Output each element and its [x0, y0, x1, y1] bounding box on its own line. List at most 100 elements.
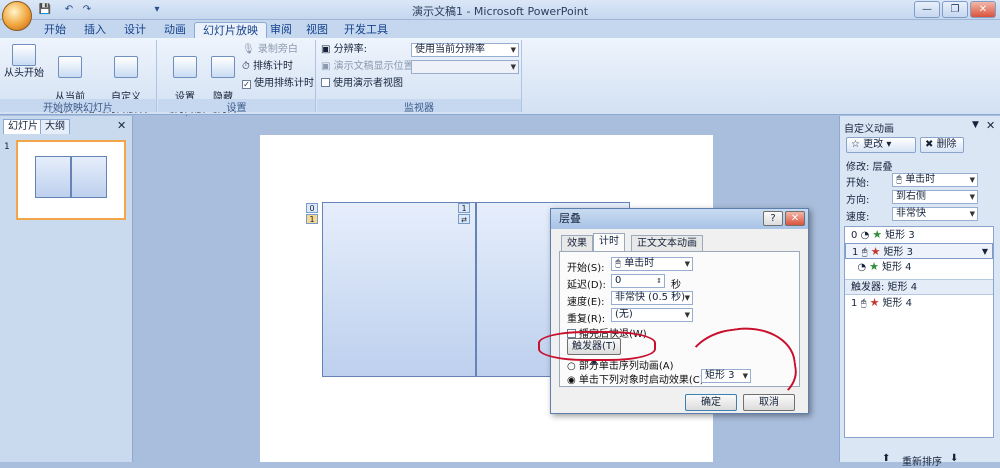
rectangle-3[interactable] [322, 202, 476, 377]
slide-thumbnail[interactable] [16, 140, 126, 220]
remove-icon: ✖ [925, 139, 937, 150]
use-timings-checkbox[interactable]: ✓ 使用排练计时 [242, 77, 314, 91]
show-on-label-text: 演示文稿显示位置: [333, 61, 418, 72]
from-beginning-button[interactable]: 从头开始 [4, 44, 44, 80]
help-button[interactable]: ? [763, 211, 783, 226]
list-item[interactable]: 1 🖰 ★ 矩形 4 [845, 295, 993, 311]
emphasis-star-icon: ★ [870, 245, 881, 258]
tab-home[interactable]: 开始 [36, 22, 74, 38]
group-start-slideshow: 从头开始 从当前 幻灯片开始 自定义 幻灯片放映 ▾ 开始放映幻灯片 [0, 40, 157, 115]
reorder-down-icon[interactable]: ⬇ [950, 453, 958, 464]
timer-icon: ⏱ [242, 61, 253, 72]
start-dropdown[interactable]: 🖰 单击时 ▼ [611, 257, 693, 271]
remove-label: 删除 [936, 139, 957, 150]
tab-slides[interactable]: 幻灯片 [3, 119, 43, 134]
chevron-down-icon: ▼ [969, 210, 975, 218]
radio-checked-icon: ◉ [567, 375, 579, 386]
play-from-current-icon [58, 56, 82, 78]
animate-sequence-option[interactable]: ○ 部分单击序列动画(A) [567, 357, 674, 372]
show-on-dropdown[interactable]: ▼ [411, 60, 519, 74]
reorder-up-icon[interactable]: ⬆ [882, 453, 890, 464]
group-monitors: ▣ 分辨率: 使用当前分辨率 ▼ ▣ 演示文稿显示位置: ▼ 使用演示者视图 监视… [317, 40, 522, 114]
close-icon[interactable]: ✕ [117, 119, 126, 132]
tab-outline[interactable]: 大纲 [40, 119, 70, 134]
item-number: 0 [851, 230, 858, 241]
group-label: 监视器 [317, 99, 521, 114]
ok-button[interactable]: 确定 [685, 394, 737, 411]
emphasis-star-icon: ★ [869, 296, 880, 309]
pane-menu-icon[interactable]: ▼ [972, 120, 979, 130]
chevron-down-icon: ▼ [684, 260, 690, 268]
mouse-icon: 🖰 [615, 258, 625, 269]
repeat-dropdown[interactable]: (无) ▼ [611, 308, 693, 322]
star-icon: ☆ [851, 139, 864, 150]
close-icon[interactable]: ✕ [986, 119, 995, 132]
hide-slide-icon [211, 56, 235, 78]
play-from-start-icon [12, 44, 36, 66]
list-item[interactable]: 1 🖰 ★ 矩形 3 ▼ [845, 243, 993, 259]
trigger-label: 触发器(T) [572, 341, 616, 352]
microphone-icon: 🎙 [242, 44, 258, 55]
speed-dropdown[interactable]: 非常快 (0.5 秒) ▼ [611, 291, 693, 305]
minimize-button[interactable]: — [914, 1, 940, 18]
close-button[interactable]: ✕ [970, 1, 996, 18]
tab-text-animation[interactable]: 正文文本动画 [631, 235, 703, 251]
thumbnail-rect-right [71, 156, 107, 198]
resolution-dropdown[interactable]: 使用当前分辨率 ▼ [411, 43, 519, 57]
item-number: 1 [851, 298, 858, 309]
spinner-icon[interactable]: ⇕ [656, 275, 662, 287]
window-title: 演示文稿1 - Microsoft PowerPoint [411, 5, 589, 18]
chevron-down-icon: ▼ [684, 311, 690, 319]
mouse-icon: 🖰 [896, 174, 906, 185]
trigger-button[interactable]: 触发器(T) ▴ [567, 338, 621, 367]
delay-input[interactable]: 0 ⇕ [611, 274, 665, 288]
speed-value: 非常快 [896, 208, 926, 219]
maximize-button[interactable]: ❐ [942, 1, 968, 18]
tab-review[interactable]: 审阅 [262, 22, 300, 38]
tab-timing[interactable]: 计时 [593, 233, 625, 251]
tab-design[interactable]: 设计 [116, 22, 154, 38]
office-button[interactable] [2, 1, 32, 31]
start-dropdown[interactable]: 🖰 单击时 ▼ [892, 173, 978, 187]
speed-dropdown[interactable]: 非常快 ▼ [892, 207, 978, 221]
speed-value: 非常快 (0.5 秒) [615, 292, 686, 303]
object-dropdown[interactable]: 矩形 3 ▼ [701, 369, 751, 383]
animation-tag[interactable]: 1 [458, 203, 470, 213]
cancel-button[interactable]: 取消 [743, 394, 795, 411]
tab-animations[interactable]: 动画 [156, 22, 194, 38]
list-item[interactable]: ◔ ★ 矩形 4 [845, 259, 993, 275]
tab-effect[interactable]: 效果 [561, 235, 593, 251]
rehearse-timings-button[interactable]: ⏱ 排练计时 [242, 60, 293, 74]
direction-dropdown[interactable]: 到右侧 ▼ [892, 190, 978, 204]
thumbnail-rect-left [35, 156, 71, 198]
resolution-label-text: 分辨率: [333, 44, 368, 55]
tab-slideshow[interactable]: 幻灯片放映 [194, 22, 267, 38]
slides-pane: 幻灯片 大纲 ✕ 1 [0, 116, 133, 462]
chevron-down-icon: ▼ [969, 193, 975, 201]
item-name: 矩形 3 [883, 247, 913, 258]
change-effect-button[interactable]: ☆ 更改 ▾ [846, 137, 916, 153]
setup-show-icon [173, 56, 197, 78]
dialog-close-button[interactable]: ✕ [785, 211, 805, 226]
presenter-view-checkbox[interactable]: 使用演示者视图 [321, 77, 403, 91]
chevron-down-icon[interactable]: ▼ [982, 244, 988, 260]
checkbox-empty-icon [321, 78, 330, 87]
animation-list: 0 ◔ ★ 矩形 3 1 🖰 ★ 矩形 3 ▼ ◔ ★ 矩形 4 触发器: 矩形 4 1 🖰 ★… [844, 226, 994, 438]
checkbox-empty-icon [567, 329, 576, 338]
record-narration-button[interactable]: 🎙 录制旁白 [242, 43, 298, 57]
start-on-click-option[interactable]: ◉ 单击下列对象时启动效果(C): [567, 371, 707, 386]
tab-insert[interactable]: 插入 [76, 22, 114, 38]
monitor-icon: ▣ [321, 44, 334, 55]
modify-label: 修改: 层叠 [846, 162, 893, 173]
trigger-header[interactable]: 触发器: 矩形 4 [845, 279, 993, 295]
remove-effect-button[interactable]: ✖ 删除 [920, 137, 964, 153]
trigger-icon[interactable]: ⇄ [458, 214, 470, 224]
list-item[interactable]: 0 ◔ ★ 矩形 3 [845, 227, 993, 243]
start-value: 单击时 [905, 174, 936, 185]
tab-developer[interactable]: 开发工具 [336, 22, 396, 38]
animation-tag[interactable]: 1 [306, 214, 318, 224]
tab-view[interactable]: 视图 [298, 22, 336, 38]
from-beginning-label: 从头开始 [4, 68, 44, 79]
animation-tag[interactable]: 0 [306, 203, 318, 213]
resolution-label: ▣ 分辨率: [321, 43, 367, 57]
